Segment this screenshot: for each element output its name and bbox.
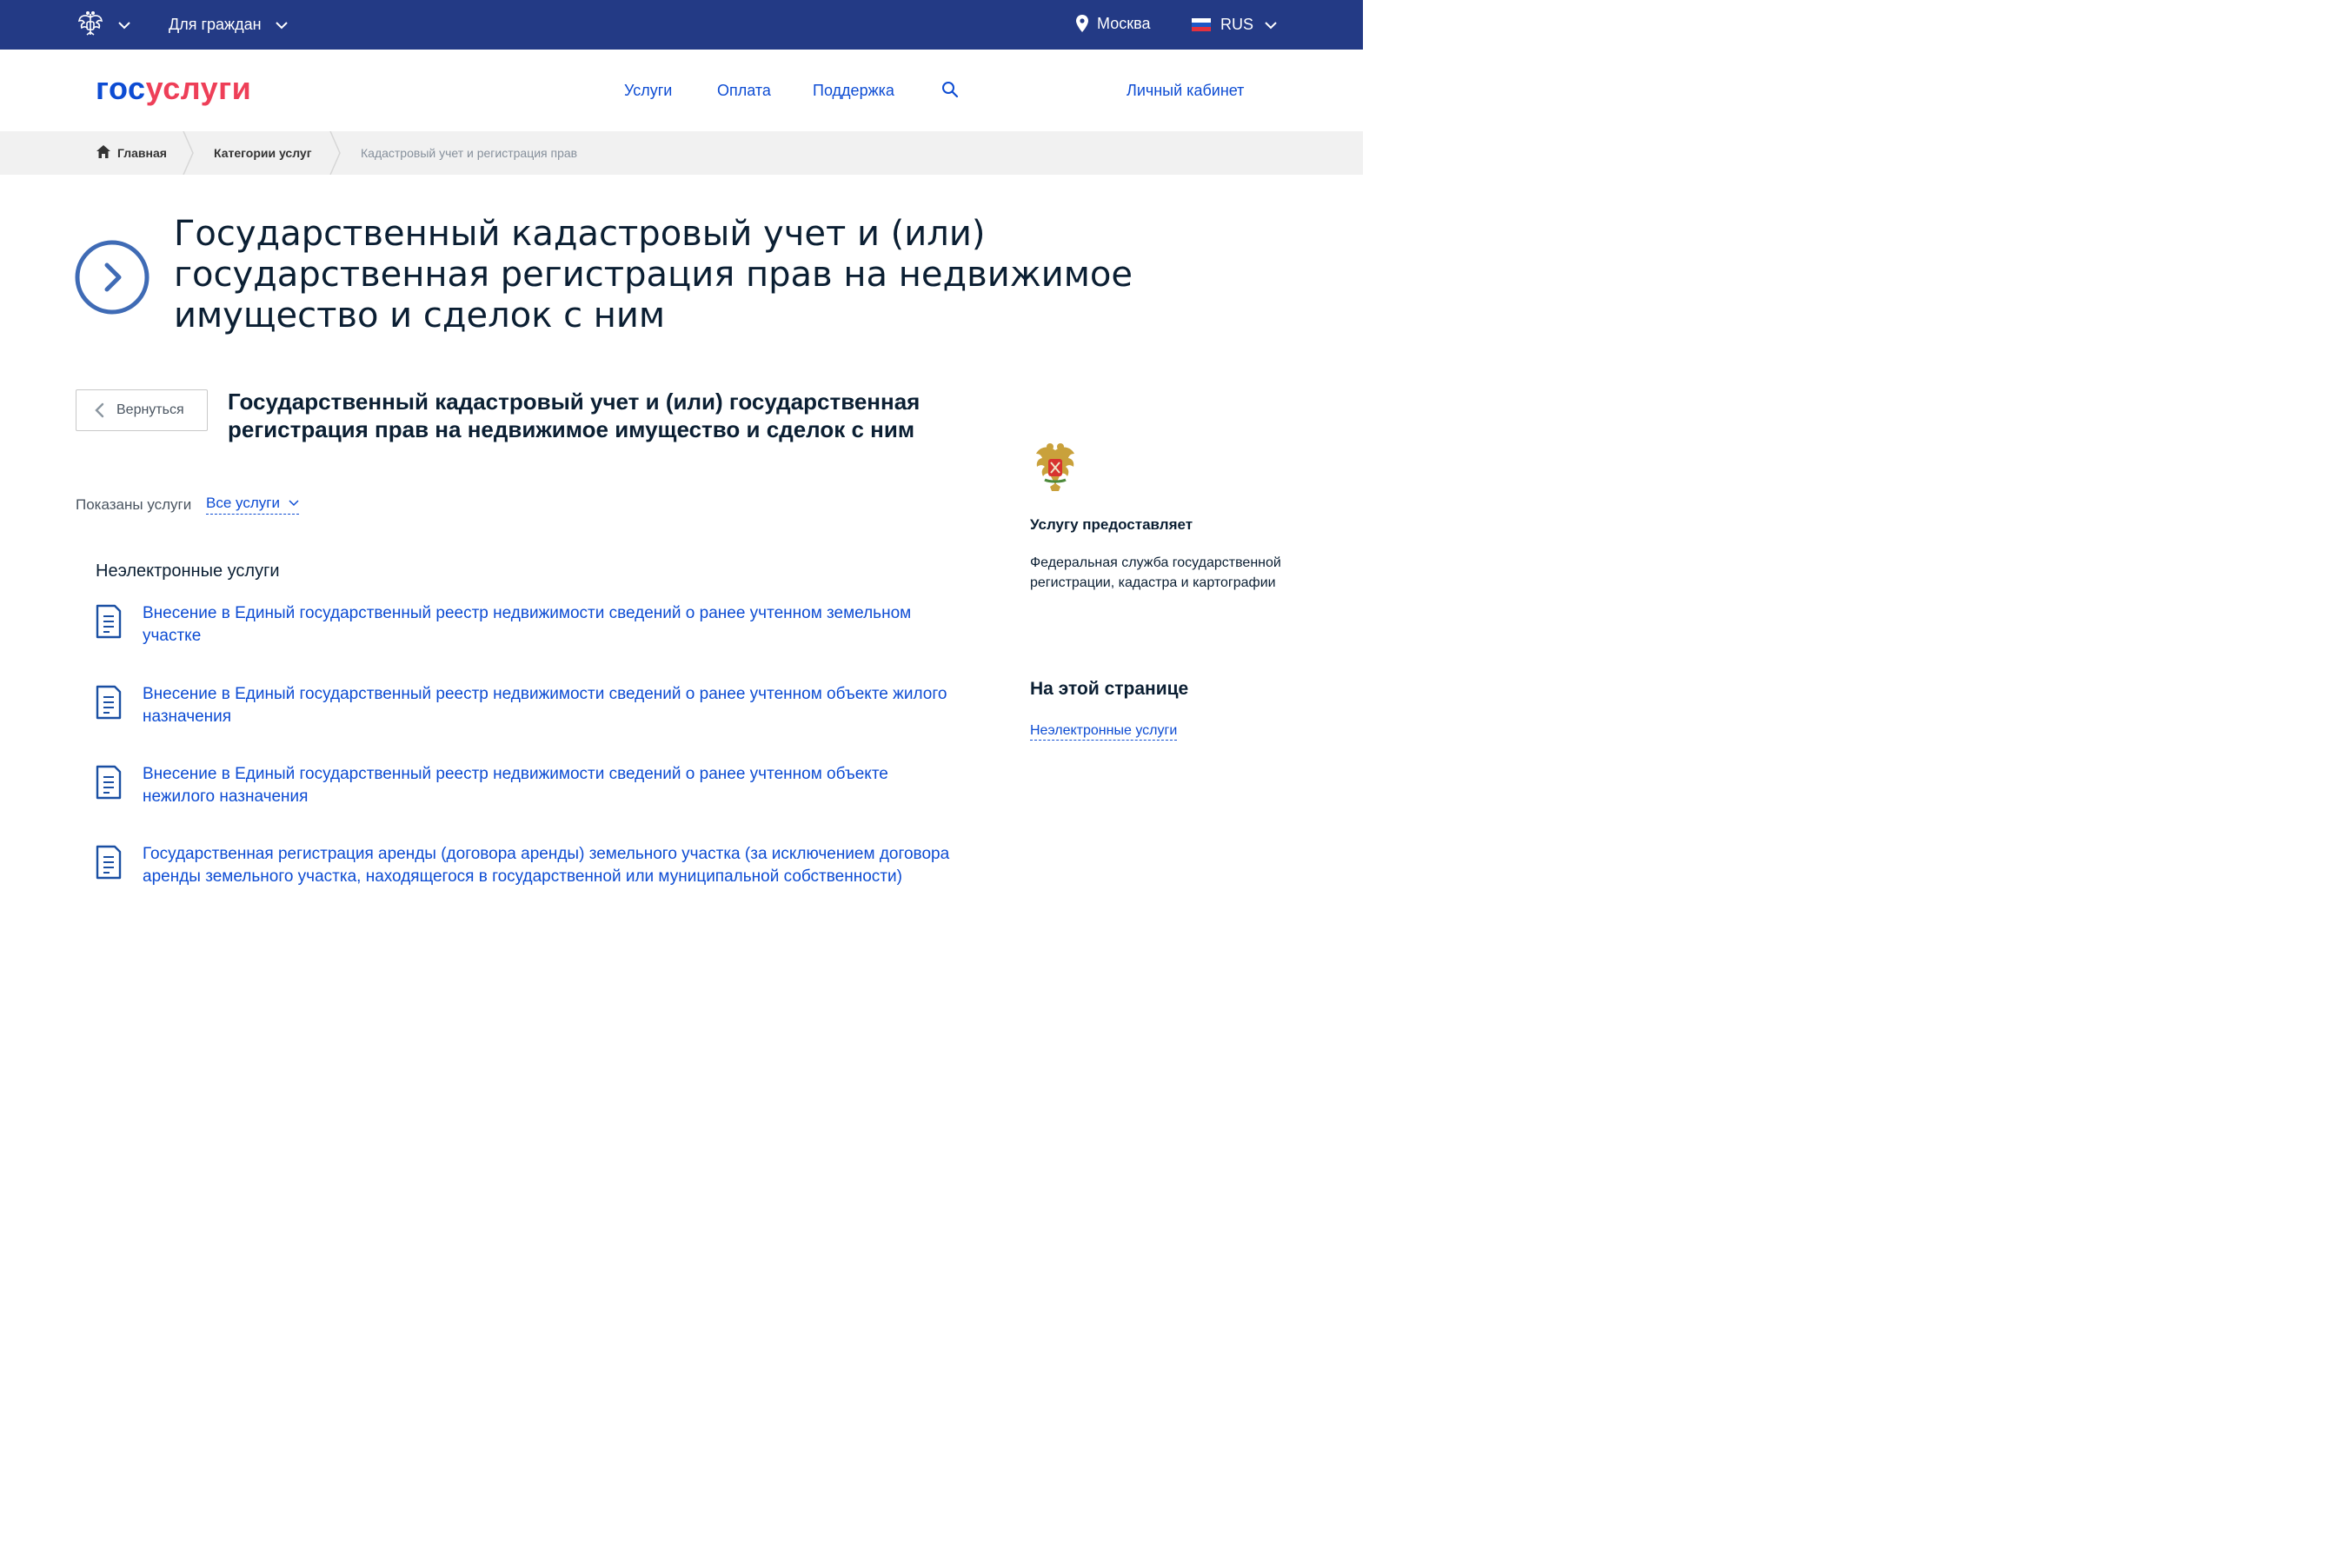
location-pin-icon[interactable] <box>1076 15 1088 32</box>
rosreestr-emblem-icon <box>1036 443 1074 491</box>
breadcrumb-home[interactable]: Главная <box>117 146 167 160</box>
service-link[interactable]: Внесение в Единый государственный реестр… <box>143 763 951 808</box>
document-icon <box>96 685 122 720</box>
main-header: госуслуги Услуги Оплата Поддержка Личный… <box>0 50 1363 131</box>
chevron-down-icon[interactable] <box>118 21 130 30</box>
breadcrumb-separator <box>183 131 194 175</box>
gosuslugi-logo[interactable]: госуслуги <box>96 70 251 107</box>
service-link[interactable]: Внесение в Единый государственный реестр… <box>143 602 951 648</box>
flag-ru-icon <box>1192 18 1211 31</box>
section-title-nonelectronic: Неэлектронные услуги <box>96 561 280 581</box>
language-selector[interactable]: RUS <box>1220 16 1253 34</box>
audience-selector[interactable]: Для граждан <box>169 16 262 34</box>
on-this-page-link-nonelectronic[interactable]: Неэлектронные услуги <box>1030 723 1178 741</box>
services-filter-dropdown[interactable]: Все услуги <box>206 495 299 515</box>
breadcrumb: Главная Категории услуг Кадастровый учет… <box>0 131 1363 175</box>
document-icon <box>96 604 122 639</box>
chevron-down-icon[interactable] <box>276 21 288 30</box>
emblem-icon[interactable] <box>75 9 106 40</box>
chevron-left-icon <box>95 402 104 418</box>
chevron-down-icon <box>289 500 299 507</box>
breadcrumb-separator <box>329 131 341 175</box>
top-bar: Для граждан Москва RUS <box>0 0 1363 50</box>
chevron-down-icon[interactable] <box>1265 21 1277 30</box>
breadcrumb-current: Кадастровый учет и регистрация прав <box>361 146 578 160</box>
provider-name: Федеральная служба государственной регис… <box>1030 555 1281 590</box>
filter-value: Все услуги <box>206 495 280 511</box>
service-group-title: Государственный кадастровый учет и (или)… <box>228 389 921 442</box>
filter-label: Показаны услуги <box>76 496 192 513</box>
home-icon[interactable] <box>96 145 110 158</box>
arrow-circle-icon <box>75 240 150 315</box>
service-link[interactable]: Государственная регистрация аренды (дого… <box>143 843 951 888</box>
back-button-label: Вернуться <box>116 402 184 417</box>
document-icon <box>96 845 122 880</box>
on-this-page-title: На этой странице <box>1030 679 1189 699</box>
nav-services[interactable]: Услуги <box>624 82 672 100</box>
back-button[interactable]: Вернуться <box>76 389 208 431</box>
personal-cabinet-link[interactable]: Личный кабинет <box>1127 82 1244 100</box>
breadcrumb-categories[interactable]: Категории услуг <box>214 146 312 160</box>
search-icon[interactable] <box>941 81 959 98</box>
nav-support[interactable]: Поддержка <box>813 82 894 100</box>
page-title: Государственный кадастровый учет и (или)… <box>174 214 1133 336</box>
city-selector[interactable]: Москва <box>1097 15 1150 33</box>
provider-label: Услугу предоставляет <box>1030 516 1193 533</box>
service-link[interactable]: Внесение в Единый государственный реестр… <box>143 683 951 728</box>
document-icon <box>96 765 122 800</box>
nav-payment[interactable]: Оплата <box>717 82 771 100</box>
